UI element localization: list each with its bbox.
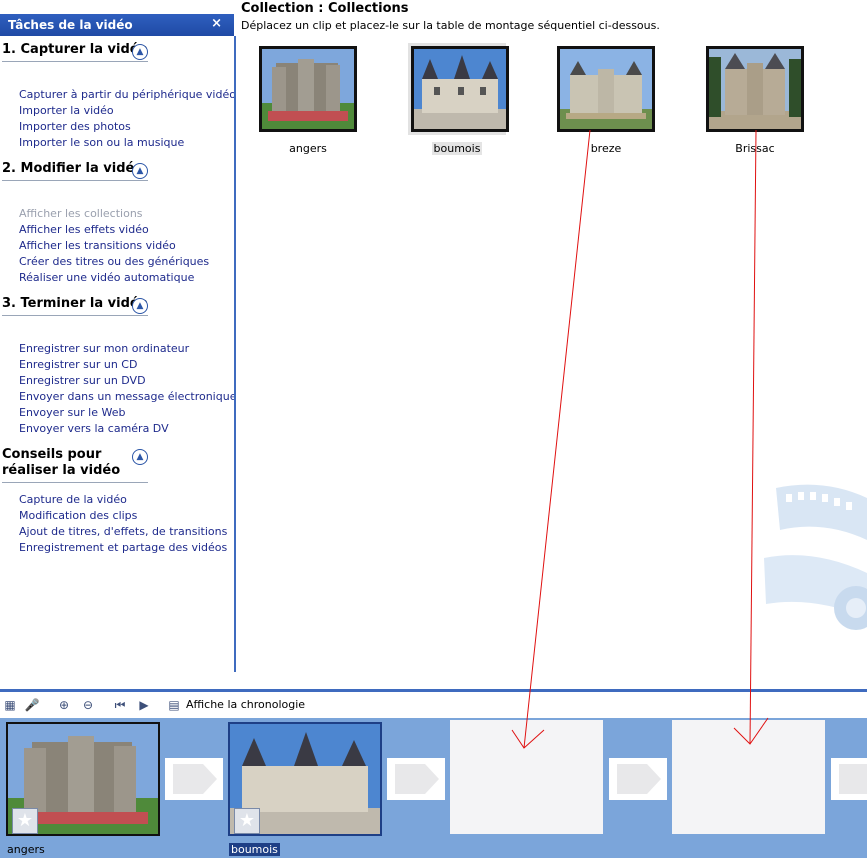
section-tips-links: Capture de la vidéo Modification des cli… bbox=[19, 492, 227, 556]
link-import-audio[interactable]: Importer le son ou la musique bbox=[19, 135, 236, 151]
drag-arrow bbox=[523, 129, 591, 749]
link-show-effects[interactable]: Afficher les effets vidéo bbox=[19, 222, 209, 238]
clip-label: boumois bbox=[431, 142, 483, 155]
storyboard: ★ angers ★ boumois bbox=[0, 718, 867, 858]
section-edit-links: Afficher les collections Afficher les ef… bbox=[19, 206, 209, 286]
effect-star-icon[interactable]: ★ bbox=[12, 808, 38, 834]
rewind-icon[interactable]: ⏮ bbox=[112, 697, 128, 713]
section-title: Conseils pour réaliser la vidéo bbox=[2, 447, 121, 478]
transition-slot[interactable] bbox=[609, 758, 667, 800]
clip-item[interactable]: Brissac bbox=[706, 46, 804, 155]
link-capture-device[interactable]: Capturer à partir du périphérique vidéo bbox=[19, 87, 236, 103]
clip-label: breze bbox=[590, 142, 622, 155]
divider bbox=[2, 61, 148, 62]
clip-label: angers bbox=[289, 142, 327, 155]
task-pane-title: Tâches de la vidéo bbox=[8, 18, 133, 32]
collection-header: Collection : Collections Déplacez un cli… bbox=[241, 0, 660, 34]
collection-title: Collection : Collections bbox=[241, 1, 409, 16]
link-send-email[interactable]: Envoyer dans un message électronique bbox=[19, 389, 236, 405]
play-icon[interactable]: ▶ bbox=[136, 697, 152, 713]
link-tip-capture[interactable]: Capture de la vidéo bbox=[19, 492, 227, 508]
zoom-in-icon[interactable]: ⊕ bbox=[56, 697, 72, 713]
section-tips: Conseils pour réaliser la vidéo ▲ bbox=[2, 447, 152, 483]
link-save-dvd[interactable]: Enregistrer sur un DVD bbox=[19, 373, 236, 389]
section-title: 3. Terminer la vidéo bbox=[2, 296, 148, 311]
link-tip-share[interactable]: Enregistrement et partage des vidéos bbox=[19, 540, 227, 556]
pane-divider[interactable] bbox=[234, 36, 236, 672]
link-show-collections: Afficher les collections bbox=[19, 207, 143, 220]
effect-star-icon[interactable]: ★ bbox=[234, 808, 260, 834]
narrate-icon[interactable]: 🎤 bbox=[24, 697, 40, 713]
clip-thumbnail[interactable] bbox=[557, 46, 655, 132]
transition-slot[interactable] bbox=[387, 758, 445, 800]
section-finish-links: Enregistrer sur mon ordinateur Enregistr… bbox=[19, 341, 236, 437]
storyboard-clip[interactable]: ★ bbox=[228, 722, 382, 836]
drag-arrow bbox=[749, 129, 757, 745]
clip-selection bbox=[408, 43, 509, 135]
clip-item[interactable]: breze bbox=[557, 46, 655, 155]
section-title: 2. Modifier la vidéo bbox=[2, 161, 144, 176]
transition-slot[interactable] bbox=[165, 758, 223, 800]
storyboard-empty-slot[interactable] bbox=[450, 720, 603, 834]
divider bbox=[2, 180, 148, 181]
storyboard-toolbar: ▦ 🎤 ⊕ ⊖ ⏮ ▶ ▤ Affiche la chronologie bbox=[0, 689, 867, 718]
link-send-dv[interactable]: Envoyer vers la caméra DV bbox=[19, 421, 236, 437]
storyboard-clip-label: angers bbox=[7, 843, 45, 856]
link-import-video[interactable]: Importer la vidéo bbox=[19, 103, 236, 119]
link-save-computer[interactable]: Enregistrer sur mon ordinateur bbox=[19, 341, 236, 357]
link-import-photos[interactable]: Importer des photos bbox=[19, 119, 236, 135]
clip-label: Brissac bbox=[735, 142, 775, 155]
close-icon[interactable]: × bbox=[211, 16, 222, 31]
clip-thumbnail[interactable] bbox=[259, 46, 357, 132]
section-edit: 2. Modifier la vidéo ▲ bbox=[2, 161, 152, 181]
link-create-titles[interactable]: Créer des titres ou des génériques bbox=[19, 254, 209, 270]
section-capture: 1. Capturer la vidéo ▲ bbox=[2, 42, 152, 62]
link-show-transitions[interactable]: Afficher les transitions vidéo bbox=[19, 238, 209, 254]
collapse-icon[interactable]: ▲ bbox=[132, 44, 148, 60]
storyboard-clip-label: boumois bbox=[229, 843, 280, 856]
link-tip-titles[interactable]: Ajout de titres, d'effets, de transition… bbox=[19, 524, 227, 540]
collection-subtitle: Déplacez un clip et placez-le sur la tab… bbox=[241, 19, 660, 32]
collapse-icon[interactable]: ▲ bbox=[132, 298, 148, 314]
clip-item[interactable]: boumois bbox=[408, 43, 509, 155]
clip-thumbnail[interactable] bbox=[706, 46, 804, 132]
section-capture-links: Capturer à partir du périphérique vidéo … bbox=[19, 87, 236, 151]
show-timeline-button[interactable]: Affiche la chronologie bbox=[186, 698, 305, 711]
storyboard-icon[interactable]: ▦ bbox=[2, 697, 18, 713]
storyboard-clip[interactable]: ★ bbox=[6, 722, 160, 836]
collapse-icon[interactable]: ▲ bbox=[132, 449, 148, 465]
divider bbox=[2, 482, 148, 483]
clip-thumbnail[interactable] bbox=[411, 46, 509, 132]
task-pane: Tâches de la vidéo × 1. Capturer la vidé… bbox=[0, 0, 236, 672]
link-send-web[interactable]: Envoyer sur le Web bbox=[19, 405, 236, 421]
divider bbox=[2, 315, 148, 316]
link-automovie[interactable]: Réaliser une vidéo automatique bbox=[19, 270, 209, 286]
task-pane-header: Tâches de la vidéo × bbox=[0, 14, 234, 36]
link-tip-edit[interactable]: Modification des clips bbox=[19, 508, 227, 524]
clip-item[interactable]: angers bbox=[259, 46, 357, 155]
filmstrip-watermark bbox=[764, 478, 867, 678]
collapse-icon[interactable]: ▲ bbox=[132, 163, 148, 179]
link-save-cd[interactable]: Enregistrer sur un CD bbox=[19, 357, 236, 373]
timeline-icon[interactable]: ▤ bbox=[166, 697, 182, 713]
section-finish: 3. Terminer la vidéo ▲ bbox=[2, 296, 152, 316]
transition-slot[interactable] bbox=[831, 758, 867, 800]
storyboard-empty-slot[interactable] bbox=[672, 720, 825, 834]
zoom-out-icon[interactable]: ⊖ bbox=[80, 697, 96, 713]
section-title: 1. Capturer la vidéo bbox=[2, 42, 148, 57]
